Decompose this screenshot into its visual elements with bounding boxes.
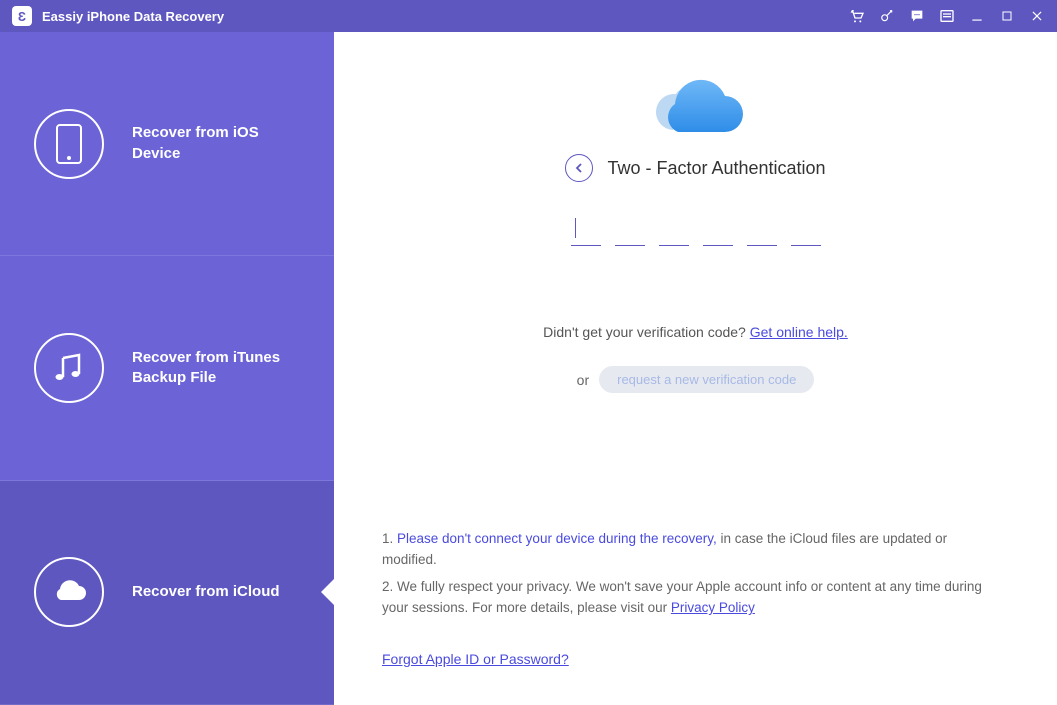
online-help-link[interactable]: Get online help. xyxy=(750,324,848,340)
sidebar: Recover from iOS Device Recover from iTu… xyxy=(0,32,334,705)
or-text: or xyxy=(577,372,589,388)
back-button[interactable] xyxy=(565,154,593,182)
code-digit-4[interactable] xyxy=(703,214,733,246)
cart-icon[interactable] xyxy=(849,8,865,24)
sidebar-item-itunes-backup[interactable]: Recover from iTunes Backup File xyxy=(0,256,334,480)
music-note-icon xyxy=(34,333,104,403)
cloud-icon xyxy=(34,557,104,627)
minimize-icon[interactable] xyxy=(969,8,985,24)
helper-text: Didn't get your verification code? Get o… xyxy=(364,324,1027,340)
privacy-policy-link[interactable]: Privacy Policy xyxy=(671,600,755,615)
request-new-code-button[interactable]: request a new verification code xyxy=(599,366,814,393)
active-indicator xyxy=(321,578,335,606)
sidebar-item-icloud[interactable]: Recover from iCloud xyxy=(0,481,334,705)
notes-section: 1. Please don't connect your device duri… xyxy=(382,529,997,671)
verification-code-inputs xyxy=(364,214,1027,246)
page-heading: Two - Factor Authentication xyxy=(607,158,825,179)
code-digit-3[interactable] xyxy=(659,214,689,246)
code-digit-2[interactable] xyxy=(615,214,645,246)
sidebar-item-ios-device[interactable]: Recover from iOS Device xyxy=(0,32,334,256)
maximize-icon[interactable] xyxy=(999,8,1015,24)
key-icon[interactable] xyxy=(879,8,895,24)
close-icon[interactable] xyxy=(1029,8,1045,24)
forgot-apple-id-link[interactable]: Forgot Apple ID or Password? xyxy=(382,649,569,671)
sidebar-item-label: Recover from iTunes Backup File xyxy=(132,348,292,389)
titlebar: Ɛ Eassiy iPhone Data Recovery xyxy=(0,0,1057,32)
note-1: 1. Please don't connect your device duri… xyxy=(382,529,997,571)
sidebar-item-label: Recover from iCloud xyxy=(132,582,280,602)
code-digit-6[interactable] xyxy=(791,214,821,246)
note-2: 2. We fully respect your privacy. We won… xyxy=(382,577,997,619)
icloud-illustration xyxy=(641,72,751,144)
phone-icon xyxy=(34,109,104,179)
sidebar-item-label: Recover from iOS Device xyxy=(132,123,292,164)
main-panel: Two - Factor Authentication Didn't get y… xyxy=(334,32,1057,705)
code-digit-5[interactable] xyxy=(747,214,777,246)
menu-icon[interactable] xyxy=(939,8,955,24)
chat-icon[interactable] xyxy=(909,8,925,24)
app-logo: Ɛ xyxy=(12,6,32,26)
app-title: Eassiy iPhone Data Recovery xyxy=(42,9,224,24)
